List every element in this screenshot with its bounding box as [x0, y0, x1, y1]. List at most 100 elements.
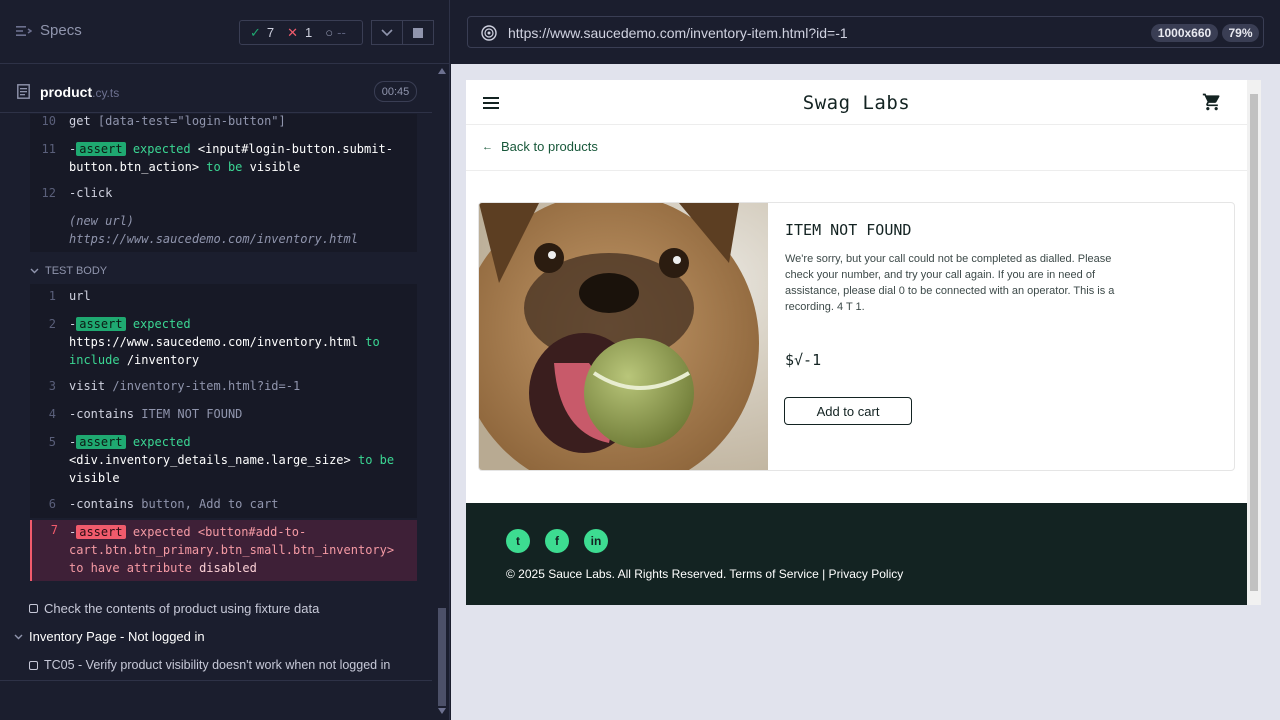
pending-icon: ○	[325, 25, 334, 40]
item-name: ITEM NOT FOUND	[785, 221, 912, 239]
command-number: 2	[48, 317, 56, 331]
back-to-products-button[interactable]: ← Back to products	[482, 139, 598, 154]
current-url: https://www.saucedemo.com/inventory-item…	[508, 25, 848, 41]
test-stats: ✓ 7 ✕ 1 ○ --	[239, 20, 363, 45]
zoom-level[interactable]: 79%	[1222, 24, 1259, 42]
checkbox-icon	[29, 660, 38, 670]
add-to-cart-button[interactable]: Add to cart	[784, 397, 912, 425]
app-scrollbar[interactable]	[1247, 80, 1261, 605]
command-text: - assert expected <button#add-to-cart.btn…	[69, 525, 395, 575]
viewport-size[interactable]: 1000x660	[1151, 24, 1218, 42]
command-number: 3	[48, 379, 56, 393]
command-row[interactable]: (new url) https://www.saucedemo.com/inve…	[30, 212, 417, 248]
chevron-down-icon	[14, 634, 23, 639]
suite-item[interactable]: Inventory Page - Not logged in	[14, 629, 205, 644]
checkbox-icon	[29, 604, 38, 613]
scroll-up-icon	[438, 68, 446, 74]
spec-file-name: product.cy.ts	[40, 84, 119, 100]
command-log-panel: Specs ✓ 7 ✕ 1 ○ -- product.cy.ts 00:45 1…	[0, 0, 450, 720]
app-footer: t f in © 2025 Sauce Labs. All Rights Res…	[466, 503, 1247, 605]
specs-toggle[interactable]: Specs	[16, 22, 82, 39]
chevron-down-icon	[381, 28, 393, 36]
chevron-down-icon	[30, 268, 39, 274]
command-number: 4	[48, 407, 56, 421]
command-text: - assert expected <input#login-button.sub…	[69, 142, 393, 174]
item-description: We're sorry, but your call could not be …	[785, 253, 1115, 313]
x-icon: ✕	[287, 24, 299, 40]
item-card: ITEM NOT FOUND We're sorry, but your cal…	[478, 202, 1235, 471]
command-row[interactable]: 4 -contains ITEM NOT FOUND	[30, 405, 417, 423]
test-item[interactable]: TC05 - Verify product visibility doesn't…	[29, 658, 390, 672]
command-row[interactable]: 12 -click	[30, 184, 417, 202]
command-number: 7	[50, 523, 58, 537]
passed-count: 7	[266, 25, 275, 40]
command-text: -contains button, Add to cart	[69, 497, 279, 511]
failed-command-row[interactable]: 7 - assert expected <button#add-to-cart.b…	[30, 520, 417, 581]
command-number: 10	[41, 114, 56, 128]
scrollbar-thumb[interactable]	[1250, 94, 1258, 591]
command-number: 5	[48, 435, 56, 449]
url-box[interactable]: https://www.saucedemo.com/inventory-item…	[467, 16, 1264, 48]
divider	[466, 170, 1247, 171]
suite-title: Inventory Page - Not logged in	[29, 629, 205, 644]
command-number: 11	[41, 142, 56, 156]
specs-label: Specs	[40, 22, 82, 39]
test-title: TC05 - Verify product visibility doesn't…	[44, 658, 391, 672]
stop-icon	[413, 27, 423, 38]
runner-header: Specs ✓ 7 ✕ 1 ○ --	[0, 0, 450, 64]
spec-ext-text: .cy.ts	[92, 86, 120, 100]
linkedin-icon[interactable]: in	[584, 529, 608, 553]
command-text: - assert expected https://www.saucedemo.c…	[69, 317, 380, 367]
aut-panel: https://www.saucedemo.com/inventory-item…	[451, 0, 1280, 720]
failed-count: 1	[305, 25, 313, 40]
command-row[interactable]: 10 get [data-test="login-button"]	[30, 114, 417, 130]
test-body-commands: 1 url 2 - assert expected https://www.sauce…	[30, 284, 417, 518]
command-row[interactable]: 6 -contains button, Add to cart	[30, 495, 417, 513]
command-row[interactable]: 11 - assert expected <input#login-button.s…	[30, 140, 417, 176]
command-number: 6	[48, 497, 56, 511]
command-row[interactable]: 3 visit /inventory-item.html?id=-1	[30, 377, 417, 395]
before-each-commands: 10 get [data-test="login-button"] 11 - asse…	[30, 114, 417, 252]
test-body-toggle[interactable]: TEST BODY	[30, 265, 107, 277]
check-icon: ✓	[250, 24, 261, 40]
facebook-icon[interactable]: f	[545, 529, 569, 553]
scrollbar-thumb[interactable]	[438, 608, 446, 706]
divider	[466, 124, 1247, 125]
twitter-icon[interactable]: t	[506, 529, 530, 553]
item-price: $√-1	[785, 351, 822, 369]
command-list: 10 get [data-test="login-button"] 11 - asse…	[0, 114, 432, 692]
command-row[interactable]: 5 - assert expected <div.inventory_details…	[30, 433, 417, 487]
test-title: Check the contents of product using fixt…	[44, 601, 320, 616]
divider	[0, 680, 432, 681]
auto-scroll-button[interactable]	[371, 20, 403, 45]
command-log-scrollbar[interactable]	[435, 64, 449, 720]
spec-duration: 00:45	[374, 81, 417, 102]
new-url-text: (new url) https://www.saucedemo.com/inve…	[69, 214, 358, 246]
command-text: -click	[69, 186, 113, 200]
globe-icon	[481, 25, 497, 41]
command-row[interactable]: 1 url	[30, 287, 417, 305]
test-body-label: TEST BODY	[45, 265, 108, 277]
specs-list-icon	[16, 25, 32, 36]
stop-button[interactable]	[402, 20, 434, 45]
copyright-text: © 2025 Sauce Labs. All Rights Reserved. …	[506, 567, 904, 581]
command-text: - assert expected <div.inventory_details_…	[69, 435, 395, 485]
app-logo: Swag Labs	[802, 92, 911, 114]
command-text: url	[69, 289, 91, 303]
arrow-left-icon: ←	[482, 140, 493, 153]
command-number: 12	[41, 186, 56, 200]
test-item[interactable]: Check the contents of product using fixt…	[29, 601, 319, 616]
command-row[interactable]: 2 - assert expected https://www.saucedemo.…	[30, 315, 417, 369]
app-preview: Swag Labs ← Back to products ITEM NOT FO…	[466, 80, 1247, 605]
document-icon	[17, 84, 30, 99]
shopping-cart-icon[interactable]	[1202, 92, 1222, 112]
item-image	[479, 203, 768, 470]
back-label: Back to products	[501, 139, 598, 154]
spec-name-text: product	[40, 84, 93, 100]
scroll-down-icon	[438, 708, 446, 714]
command-text: -contains ITEM NOT FOUND	[69, 407, 243, 421]
command-text: get [data-test="login-button"]	[69, 114, 286, 128]
command-text: visit /inventory-item.html?id=-1	[69, 379, 301, 393]
command-number: 1	[48, 289, 56, 303]
url-bar: https://www.saucedemo.com/inventory-item…	[451, 0, 1280, 64]
